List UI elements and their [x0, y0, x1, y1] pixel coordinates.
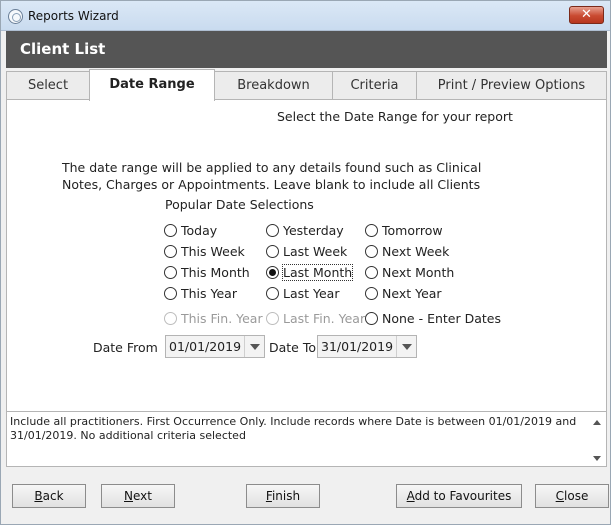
radio-last-year[interactable]: Last Year [266, 284, 339, 302]
scroll-down-icon[interactable] [593, 454, 603, 464]
date-to-value: 31/01/2019 [321, 339, 394, 354]
date-to-label: Date To [269, 340, 317, 355]
header-banner: Client List [6, 31, 607, 68]
radio-last-fin-year: Last Fin. Year [266, 309, 365, 327]
info-text-line1: The date range will be applied to any de… [62, 160, 482, 175]
radio-circle [266, 223, 279, 237]
radio-next-year[interactable]: Next Year [365, 284, 442, 302]
back-button[interactable]: Back [12, 484, 86, 508]
radio-yesterday[interactable]: Yesterday [266, 221, 344, 239]
next-accel: N [124, 489, 133, 503]
close-button[interactable]: Close [535, 484, 609, 508]
radio-label: Last Week [283, 243, 348, 259]
section-heading: Select the Date Range for your report [277, 109, 513, 124]
radio-circle [266, 244, 279, 258]
date-to-combo[interactable]: 31/01/2019 [317, 335, 417, 358]
radio-label: Next Month [382, 264, 455, 280]
radio-this-month[interactable]: This Month [164, 263, 250, 281]
radio-label: None - Enter Dates [382, 310, 501, 326]
finish-button[interactable]: Finish [246, 484, 320, 508]
radio-label: Next Year [382, 285, 442, 301]
radio-circle [266, 311, 279, 325]
app-icon [8, 9, 23, 24]
radio-tomorrow[interactable]: Tomorrow [365, 221, 443, 239]
window-title: Reports Wizard [28, 9, 119, 23]
radio-label: Next Week [382, 243, 450, 259]
criteria-summary-box[interactable]: Include all practitioners. First Occurre… [6, 411, 607, 467]
date-from-label: Date From [93, 340, 158, 355]
tab-print-preview-options[interactable]: Print / Preview Options [416, 71, 607, 100]
radio-label: This Month [181, 264, 250, 280]
radio-label: Last Month [281, 263, 354, 281]
radio-circle [266, 286, 279, 300]
radio-last-week[interactable]: Last Week [266, 242, 347, 260]
next-label: ext [133, 489, 152, 503]
add-to-favourites-button[interactable]: Add to Favourites [396, 484, 522, 508]
radio-next-week[interactable]: Next Week [365, 242, 449, 260]
radio-circle [365, 286, 378, 300]
radio-label: Today [181, 222, 218, 238]
page-title: Client List [20, 40, 106, 58]
radio-circle [365, 265, 378, 279]
radio-label: This Year [181, 285, 237, 301]
window-close-button[interactable]: ✕ [569, 6, 604, 24]
radio-label: Tomorrow [382, 222, 443, 238]
close-accel: C [555, 489, 565, 503]
date-from-value: 01/01/2019 [169, 339, 242, 354]
radio-label: Last Fin. Year [283, 310, 366, 326]
reports-wizard-window: Reports Wizard ✕ Client List Select Date… [0, 0, 611, 525]
radio-label: Last Year [283, 285, 340, 301]
tab-strip: Select Date Range Breakdown Criteria Pri… [6, 69, 607, 101]
radio-label: This Fin. Year [181, 310, 263, 326]
criteria-summary-text: Include all practitioners. First Occurre… [10, 415, 577, 442]
tab-breakdown[interactable]: Breakdown [214, 71, 333, 100]
radio-next-month[interactable]: Next Month [365, 263, 454, 281]
radio-circle [164, 244, 177, 258]
chevron-down-icon[interactable] [396, 336, 416, 357]
favourites-label: dd to Favourites [414, 489, 512, 503]
radio-circle [365, 244, 378, 258]
radio-circle [164, 286, 177, 300]
info-text-line2: Notes, Charges or Appointments. Leave bl… [62, 177, 481, 192]
chevron-down-icon[interactable] [244, 336, 264, 357]
close-label: lose [564, 489, 589, 503]
scroll-up-icon[interactable] [593, 418, 603, 428]
radio-label: Yesterday [283, 222, 344, 238]
radio-this-year[interactable]: This Year [164, 284, 237, 302]
radio-circle [164, 265, 177, 279]
next-button[interactable]: Next [101, 484, 175, 508]
radio-circle-selected [266, 265, 279, 279]
tab-select[interactable]: Select [6, 71, 90, 100]
title-bar: Reports Wizard ✕ [1, 1, 610, 31]
date-from-combo[interactable]: 01/01/2019 [165, 335, 265, 358]
back-label: ack [42, 489, 64, 503]
radio-circle [164, 223, 177, 237]
tab-criteria[interactable]: Criteria [332, 71, 417, 100]
close-icon: ✕ [581, 7, 592, 22]
radio-last-month[interactable]: Last Month [266, 263, 354, 281]
radio-circle [164, 311, 177, 325]
tab-date-range[interactable]: Date Range [89, 69, 215, 101]
back-accel: B [34, 489, 43, 503]
radio-label: This Week [181, 243, 245, 259]
radio-circle [365, 223, 378, 237]
radio-circle [365, 311, 378, 325]
radio-today[interactable]: Today [164, 221, 217, 239]
popular-selections-label: Popular Date Selections [165, 197, 314, 212]
favourites-accel: A [406, 489, 415, 503]
date-range-panel: Select the Date Range for your report Th… [6, 99, 607, 411]
finish-label: inish [271, 489, 301, 503]
radio-this-week[interactable]: This Week [164, 242, 245, 260]
radio-none-enter-dates[interactable]: None - Enter Dates [365, 309, 501, 327]
radio-this-fin-year: This Fin. Year [164, 309, 263, 327]
